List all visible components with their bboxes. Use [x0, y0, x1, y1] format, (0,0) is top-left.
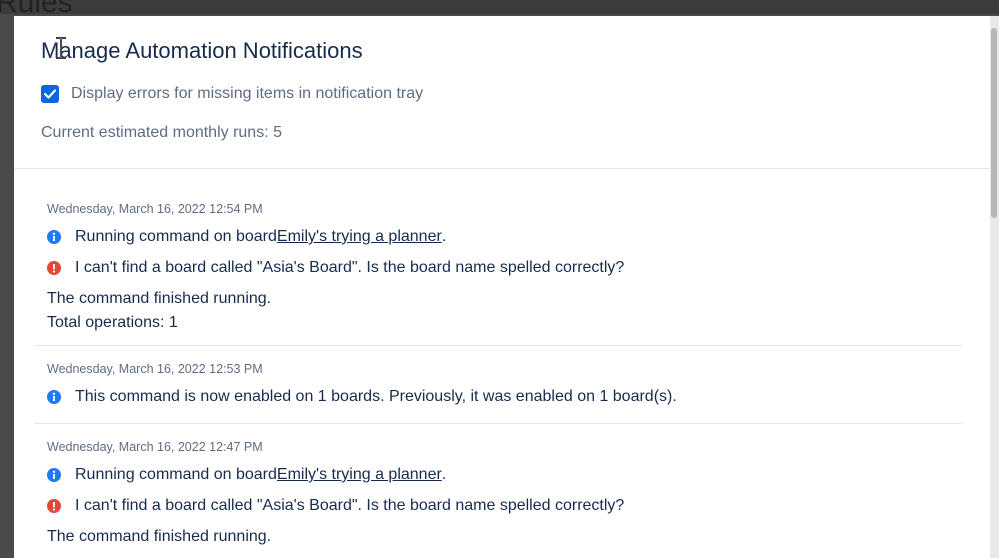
info-text: Running command on board — [75, 466, 277, 483]
finished-text: The command finished running. — [47, 528, 272, 545]
info-circle-icon — [47, 390, 61, 404]
info-text: Running command on board — [75, 228, 277, 245]
entry-timestamp: Wednesday, March 16, 2022 12:53 PM — [47, 362, 263, 376]
display-errors-checkbox[interactable] — [41, 85, 59, 103]
error-text: I can't find a board called "Asia's Boar… — [75, 497, 625, 514]
automation-notifications-modal: Manage Automation Notifications Display … — [14, 16, 990, 558]
info-message: Running command on board Emily's trying … — [47, 228, 446, 246]
board-link[interactable]: Emily's trying a planner — [277, 228, 442, 246]
background-header — [0, 0, 999, 14]
info-circle-icon — [47, 230, 61, 244]
modal-header: Manage Automation Notifications Display … — [14, 16, 990, 169]
info-suffix: . — [441, 228, 447, 245]
scrollbar-thumb[interactable] — [991, 28, 997, 218]
error-message: I can't find a board called "Asia's Boar… — [47, 497, 624, 515]
display-errors-label[interactable]: Display errors for missing items in noti… — [71, 85, 423, 103]
notification-entry: Wednesday, March 16, 2022 12:53 PM This … — [34, 346, 962, 424]
error-circle-icon — [47, 261, 61, 275]
finished-text: The command finished running. — [47, 290, 272, 307]
error-message: I can't find a board called "Asia's Boar… — [47, 259, 624, 277]
entry-timestamp: Wednesday, March 16, 2022 12:54 PM — [47, 202, 263, 216]
modal-scrollbar[interactable] — [990, 16, 999, 558]
text-cursor-icon — [56, 37, 66, 59]
entry-timestamp: Wednesday, March 16, 2022 12:47 PM — [47, 440, 263, 454]
monthly-runs-value: 5 — [273, 124, 282, 141]
monthly-runs: Current estimated monthly runs: 5 — [41, 124, 282, 142]
operations-text: Total operations: 1 — [47, 314, 178, 331]
info-text: This command is now enabled on 1 boards.… — [75, 388, 677, 405]
modal-title: Manage Automation Notifications — [41, 38, 363, 63]
notification-entry: Wednesday, March 16, 2022 12:47 PM Runni… — [34, 424, 962, 558]
error-text: I can't find a board called "Asia's Boar… — [75, 259, 625, 276]
notification-entry: Wednesday, March 16, 2022 12:54 PM Runni… — [34, 186, 962, 346]
monthly-runs-label: Current estimated monthly runs: — [41, 124, 274, 141]
info-circle-icon — [47, 468, 61, 482]
info-suffix: . — [441, 466, 447, 483]
display-errors-option[interactable]: Display errors for missing items in noti… — [41, 84, 423, 104]
info-message: This command is now enabled on 1 boards.… — [47, 388, 677, 406]
info-message: Running command on board Emily's trying … — [47, 466, 446, 484]
board-link[interactable]: Emily's trying a planner — [277, 466, 442, 484]
error-circle-icon — [47, 499, 61, 513]
checkmark-icon — [44, 89, 56, 99]
